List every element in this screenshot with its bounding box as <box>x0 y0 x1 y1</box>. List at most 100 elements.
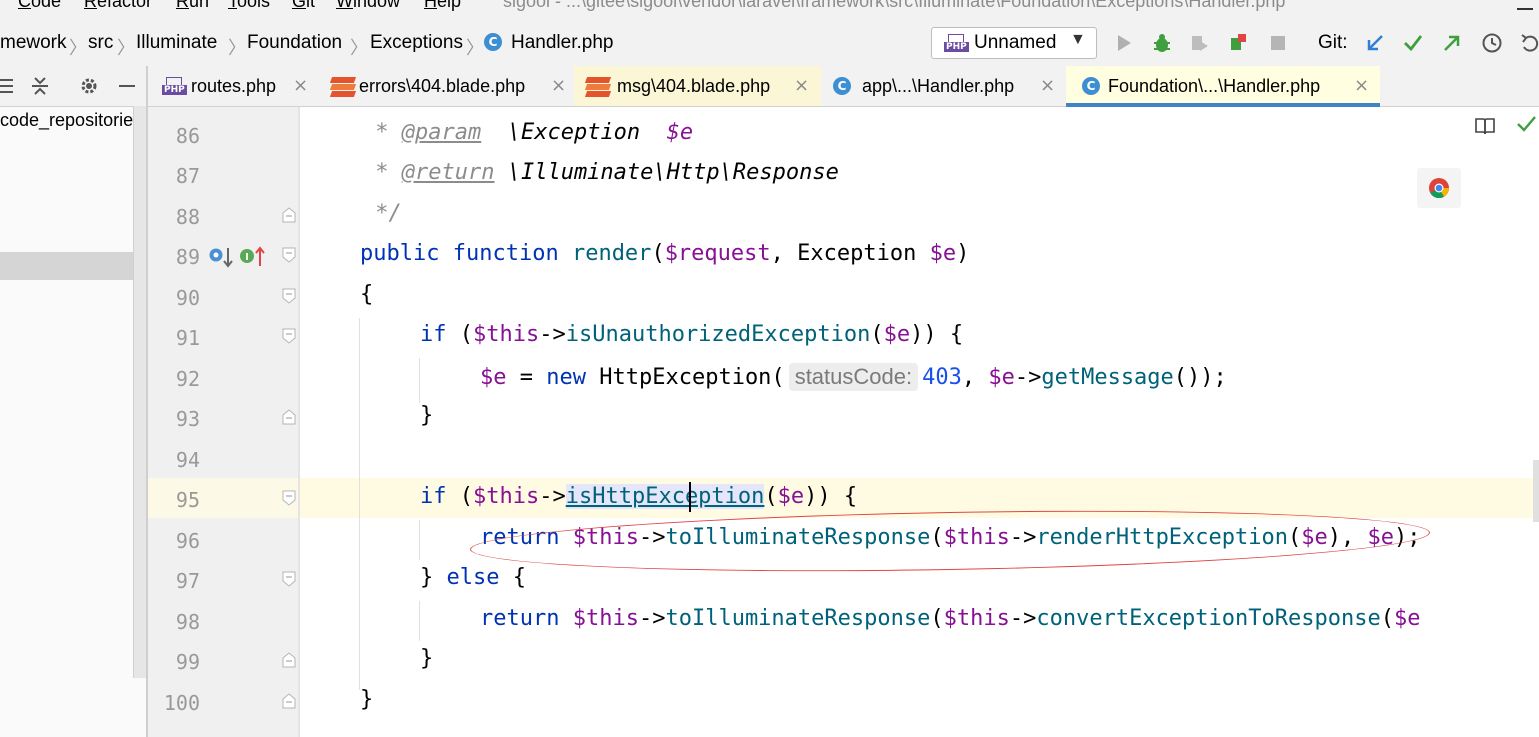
code-line-98[interactable]: return $this->toIlluminateResponse($this… <box>480 606 1539 631</box>
reader-mode-icon[interactable] <box>1473 114 1497 143</box>
close-icon[interactable]: × <box>551 75 566 96</box>
text-caret <box>689 482 691 512</box>
window-title: sigool - ...\gitee\sigool\vendor\laravel… <box>503 0 1286 11</box>
menu-tools[interactable]: Tools <box>228 0 270 12</box>
git-update-icon[interactable] <box>1364 32 1386 54</box>
breadcrumb-foundation[interactable]: Foundation <box>247 32 342 54</box>
line-number: 89 <box>175 245 200 269</box>
profile-icon[interactable] <box>1227 32 1249 54</box>
code-line-90[interactable]: { <box>360 282 373 307</box>
gear-icon[interactable] <box>78 75 100 97</box>
breadcrumb-framework[interactable]: mework <box>0 32 67 54</box>
line-number: 99 <box>175 650 200 674</box>
class-icon: C <box>484 33 502 51</box>
php-config-icon: PHP <box>944 34 969 52</box>
run-icon[interactable] <box>1113 32 1135 54</box>
close-icon[interactable]: × <box>1040 75 1055 96</box>
menu-code[interactable]: Code <box>18 0 61 12</box>
minimize-icon[interactable] <box>1517 8 1533 10</box>
fold-start-icon[interactable] <box>282 328 296 344</box>
tab-errors-404-blade[interactable]: errors\404.blade.php × <box>319 66 574 106</box>
close-icon[interactable]: × <box>293 75 308 96</box>
fold-end-icon[interactable] <box>282 409 296 425</box>
line-number: 95 <box>175 488 200 512</box>
menu-help[interactable]: Help <box>424 0 461 12</box>
line-number: 88 <box>175 205 200 229</box>
hide-panel-icon[interactable] <box>116 75 138 97</box>
overridden-method-icon[interactable] <box>208 246 234 273</box>
run-configuration-dropdown[interactable]: PHP Unnamed ▼ <box>931 27 1097 59</box>
tab-label: Foundation\...\Handler.php <box>1108 76 1321 96</box>
history-icon[interactable] <box>1481 32 1503 54</box>
menu-refactor[interactable]: Refactor <box>84 0 152 12</box>
implemented-method-icon[interactable]: I <box>238 246 266 273</box>
panel-scrollbar[interactable] <box>133 106 147 678</box>
tab-app-handler-php[interactable]: C app\...\Handler.php × <box>821 66 1065 106</box>
project-toolbar <box>0 66 146 107</box>
chevron-right-icon: 〉 <box>350 38 368 58</box>
line-number: 98 <box>175 610 200 634</box>
tree-item-code-repositories[interactable]: code_repositories <box>0 110 142 131</box>
editor-scrollbar[interactable] <box>1533 460 1539 522</box>
expand-all-icon[interactable] <box>0 75 16 97</box>
tab-label: app\...\Handler.php <box>862 76 1015 96</box>
chevron-right-icon: 〉 <box>117 38 135 58</box>
git-commit-icon[interactable] <box>1402 32 1424 54</box>
breadcrumb-exceptions[interactable]: Exceptions <box>370 32 463 54</box>
breadcrumb-file[interactable]: Handler.php <box>511 32 613 54</box>
code-line-99[interactable]: } <box>420 646 433 671</box>
close-icon[interactable]: × <box>794 75 809 96</box>
fold-start-icon[interactable] <box>282 288 296 304</box>
code-line-93[interactable]: } <box>420 403 433 428</box>
tab-routes-php[interactable]: PHP routes.php × <box>148 66 319 106</box>
line-number: 100 <box>163 691 200 715</box>
breadcrumb-src[interactable]: src <box>88 32 113 54</box>
debug-icon[interactable] <box>1151 32 1173 54</box>
fold-end-icon[interactable] <box>282 207 296 223</box>
class-icon: C <box>833 77 851 95</box>
close-icon[interactable]: × <box>1354 75 1369 96</box>
class-icon: C <box>1082 77 1100 95</box>
code-line-88[interactable]: */ <box>362 201 402 226</box>
code-editor[interactable] <box>300 107 1539 737</box>
fold-start-icon[interactable] <box>282 571 296 587</box>
code-line-91[interactable]: if ($this->isUnauthorizedException($e)) … <box>420 322 963 347</box>
fold-end-icon[interactable] <box>282 652 296 668</box>
coverage-icon[interactable] <box>1189 32 1211 54</box>
tree-selected-row[interactable] <box>0 252 146 280</box>
menu-bar: Code Refactor Run Tools Git Window Help … <box>0 0 1539 18</box>
code-line-86[interactable]: * @param \Exception $e <box>362 120 693 145</box>
fold-end-icon[interactable] <box>282 693 296 709</box>
tab-msg-404-blade[interactable]: msg\404.blade.php × <box>574 66 821 106</box>
code-line-87[interactable]: * @return \Illuminate\Http\Response <box>362 160 839 185</box>
inspection-ok-icon[interactable] <box>1515 110 1539 145</box>
method-link-is-http-exception[interactable]: isHttpException <box>566 484 765 509</box>
breadcrumb-illuminate[interactable]: Illuminate <box>136 32 217 54</box>
chevron-down-icon: ▼ <box>1070 31 1086 48</box>
collapse-all-icon[interactable] <box>29 75 51 97</box>
code-line-100[interactable]: } <box>360 687 373 712</box>
line-number: 91 <box>175 326 200 350</box>
tab-foundation-handler-php[interactable]: C Foundation\...\Handler.php × <box>1066 66 1380 107</box>
tab-label: msg\404.blade.php <box>617 76 771 96</box>
code-line-97[interactable]: } else { <box>420 565 526 590</box>
tab-label: routes.php <box>191 76 277 96</box>
blade-file-icon <box>329 77 357 97</box>
menu-window[interactable]: Window <box>336 0 400 12</box>
code-line-95[interactable]: if ($this->isHttpException($e)) { <box>420 484 857 509</box>
fold-start-icon[interactable] <box>282 490 296 506</box>
menu-git[interactable]: Git <box>292 0 315 12</box>
stop-icon[interactable] <box>1267 32 1289 54</box>
indent-guide <box>419 601 420 641</box>
indent-guide <box>419 358 420 403</box>
svg-text:I: I <box>245 252 249 263</box>
menu-run[interactable]: Run <box>176 0 209 12</box>
fold-start-icon[interactable] <box>282 247 296 263</box>
code-line-92[interactable]: $e = new HttpException(statusCode: 403, $… <box>480 363 1227 391</box>
line-number: 87 <box>175 164 200 188</box>
rollback-icon[interactable] <box>1519 32 1539 54</box>
git-push-icon[interactable] <box>1441 32 1463 54</box>
code-line-89[interactable]: public function render($request, Excepti… <box>360 241 969 266</box>
browser-preview-button[interactable] <box>1417 168 1461 208</box>
chevron-right-icon: 〉 <box>69 38 87 58</box>
